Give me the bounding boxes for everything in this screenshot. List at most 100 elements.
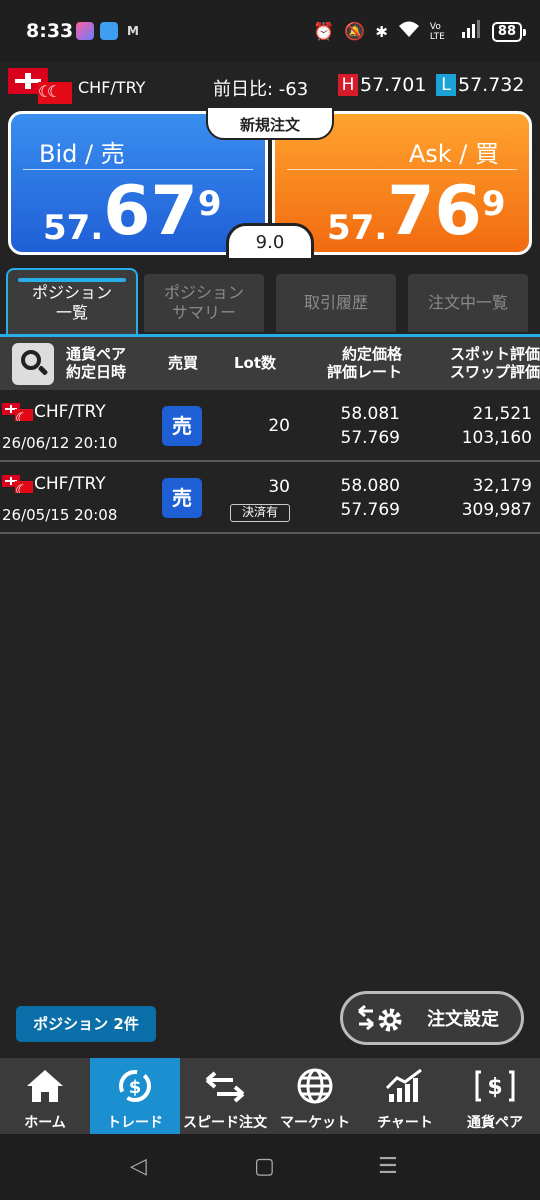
row-swap: 103,160 xyxy=(461,428,532,448)
order-settings-label: 注文設定 xyxy=(427,1009,499,1030)
order-settings-icon xyxy=(358,1004,402,1032)
mute-icon: 🔕 xyxy=(344,21,366,42)
header-pair-date: 通貨ペア 約定日時 xyxy=(66,345,126,381)
row-pair: CHF/TRY xyxy=(34,474,106,494)
tab-label: 取引履歴 xyxy=(303,293,368,312)
nav-currency-pair[interactable]: $ 通貨ペア xyxy=(450,1058,540,1134)
position-count-badge[interactable]: ポジション 2件 xyxy=(16,1006,156,1042)
back-icon[interactable]: ◁ xyxy=(130,1154,147,1179)
bluetooth-icon: ✱ xyxy=(375,22,388,41)
low-price: L 57.732 xyxy=(436,74,524,96)
tab-label: ポジション xyxy=(163,283,244,302)
order-settings-button[interactable]: 注文設定 xyxy=(340,991,524,1045)
high-value: 57.701 xyxy=(360,74,427,96)
nav-market[interactable]: マーケット xyxy=(270,1058,360,1134)
signal-icon xyxy=(461,20,482,43)
tab-label: サマリー xyxy=(171,303,236,322)
tab-trade-history[interactable]: 取引履歴 xyxy=(276,274,396,332)
nav-label: トレード xyxy=(107,1115,163,1131)
row-rate: 57.769 xyxy=(340,500,400,520)
home-button-icon[interactable]: ▢ xyxy=(254,1154,275,1179)
row-date: 26/06/12 20:10 xyxy=(2,434,118,452)
speed-order-icon xyxy=(205,1071,245,1103)
svg-text:$: $ xyxy=(129,1077,142,1098)
battery-icon: 88 xyxy=(491,21,527,42)
status-time: 8:33 xyxy=(26,20,74,42)
high-tag: H xyxy=(338,74,358,96)
currency-icon: $ xyxy=(475,1070,515,1102)
row-price: 58.080 xyxy=(340,476,400,496)
nav-chart[interactable]: チャート xyxy=(360,1058,450,1134)
row-pair: CHF/TRY xyxy=(34,402,106,422)
header-swap: スワップ評価 xyxy=(449,363,540,381)
nav-label: 通貨ペア xyxy=(467,1115,523,1131)
ask-price-pip: 9 xyxy=(481,184,506,224)
status-indicators: ⏰ 🔕 ✱ Vo LTE 88 xyxy=(312,20,527,43)
tab-label: 注文中一覧 xyxy=(427,293,508,312)
alarm-icon: ⏰ xyxy=(312,21,335,42)
settled-badge: 決済有 xyxy=(230,504,290,522)
row-date: 26/05/15 20:08 xyxy=(2,506,118,524)
gmail-icon: M xyxy=(127,24,139,38)
header-date: 約定日時 xyxy=(66,363,127,381)
new-order-button[interactable]: 新規注文 xyxy=(206,106,334,140)
row-lot: 20 xyxy=(268,416,290,436)
high-price: H 57.701 xyxy=(338,74,426,96)
list-header: 通貨ペア 約定日時 売買 Lot数 約定価格 評価レート スポット評価 スワップ… xyxy=(0,337,540,390)
nav-label: チャート xyxy=(377,1115,433,1131)
header-spot: スポット評価 xyxy=(449,345,540,363)
bid-price-prefix: 57. xyxy=(43,208,104,248)
nav-trade[interactable]: $ トレード xyxy=(90,1058,180,1134)
header-rate: 評価レート xyxy=(326,363,402,381)
bid-price: 57. 67 9 xyxy=(43,172,222,252)
row-rate: 57.769 xyxy=(340,428,400,448)
row-price: 58.081 xyxy=(340,404,400,424)
nav-label: スピード注文 xyxy=(183,1115,267,1131)
nav-speed-order[interactable]: スピード注文 xyxy=(180,1058,270,1134)
pair-flags-icon xyxy=(2,475,36,495)
tab-bar: ポジション 一覧 ポジション サマリー 取引履歴 注文中一覧 xyxy=(0,268,540,336)
low-tag: L xyxy=(436,74,456,96)
system-nav-bar: ◁ ▢ ☰ xyxy=(0,1134,540,1200)
ask-divider xyxy=(287,169,517,170)
sell-badge: 売 xyxy=(162,478,202,518)
wifi-icon xyxy=(398,20,420,43)
header-eval: スポット評価 スワップ評価 xyxy=(450,345,540,381)
bid-price-pip: 9 xyxy=(197,184,222,224)
app-notification-icon xyxy=(76,22,94,40)
tab-label: ポジション xyxy=(31,283,112,302)
header-side: 売買 xyxy=(168,354,199,372)
header-price: 約定価格 xyxy=(341,345,402,363)
tab-position-summary[interactable]: ポジション サマリー xyxy=(144,274,264,332)
globe-icon xyxy=(297,1068,333,1104)
row-spot: 32,179 xyxy=(472,476,532,496)
bid-label: Bid / 売 xyxy=(39,140,125,168)
position-row[interactable]: CHF/TRY 26/05/15 20:08 売 30 決済有 58.080 5… xyxy=(0,462,540,534)
spread-value: 9.0 xyxy=(226,223,314,261)
weather-icon xyxy=(100,22,118,40)
home-icon xyxy=(27,1070,63,1102)
row-swap: 309,987 xyxy=(461,500,532,520)
ask-price-prefix: 57. xyxy=(327,208,388,248)
recents-icon[interactable]: ☰ xyxy=(378,1154,398,1179)
turkish-flag-icon: ☾ xyxy=(38,82,72,104)
pair-flags-icon xyxy=(2,403,36,423)
pair-header[interactable]: ☾ CHF/TRY 前日比: -63 H 57.701 L 57.732 xyxy=(0,62,540,110)
status-bar: 8:33 M ⏰ 🔕 ✱ Vo LTE 88 xyxy=(0,0,540,62)
status-app-icons: M xyxy=(76,22,142,40)
tab-pending-orders[interactable]: 注文中一覧 xyxy=(408,274,528,332)
row-lot: 30 xyxy=(268,477,290,497)
low-value: 57.732 xyxy=(458,74,525,96)
ask-price-big: 76 xyxy=(387,172,482,251)
svg-text:$: $ xyxy=(487,1075,502,1100)
volte-icon: Vo LTE xyxy=(429,21,445,42)
chart-icon xyxy=(385,1068,422,1102)
nav-label: マーケット xyxy=(280,1115,350,1131)
search-button[interactable] xyxy=(12,343,54,385)
position-row[interactable]: CHF/TRY 26/06/12 20:10 売 20 58.081 57.76… xyxy=(0,390,540,462)
header-lot: Lot数 xyxy=(234,354,277,372)
bid-price-big: 67 xyxy=(103,172,198,251)
row-spot: 21,521 xyxy=(472,404,532,424)
tab-position-list[interactable]: ポジション 一覧 xyxy=(6,268,138,336)
nav-home[interactable]: ホーム xyxy=(0,1058,90,1134)
